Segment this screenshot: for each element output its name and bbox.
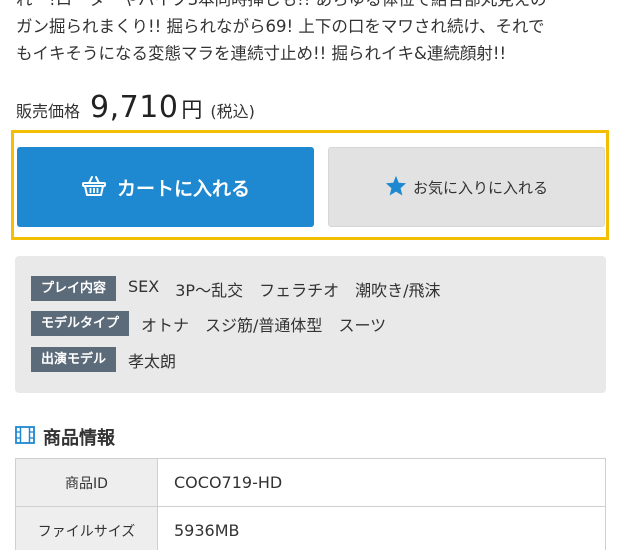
tag-value[interactable]: 潮吹き/飛沫 — [355, 277, 440, 301]
tag-value[interactable]: 孝太朗 — [128, 348, 176, 372]
file-size-key: ファイルサイズ — [15, 506, 158, 550]
price-label: 販売価格 — [16, 102, 81, 121]
add-to-favorites-button[interactable]: お気に入りに入れる — [328, 147, 605, 227]
film-icon — [15, 426, 35, 448]
file-size-value: 5936MB — [157, 506, 606, 550]
add-to-favorites-label: お気に入りに入れる — [412, 179, 548, 197]
tag-value[interactable]: オトナ — [141, 312, 189, 336]
tag-label: プレイ内容 — [31, 276, 117, 301]
product-info-table: 商品ID COCO719-HD ファイルサイズ 5936MB — [15, 458, 606, 550]
tag-value[interactable]: フェラチオ — [259, 277, 339, 301]
basket-icon — [81, 174, 107, 201]
price-tax-note: (税込) — [210, 102, 255, 121]
table-row: 商品ID COCO719-HD — [15, 458, 606, 507]
product-description: れ゛!ローターやバイブ3本同時挿しも!! あらゆる体位で結合部丸見えの ガン掘ら… — [16, 0, 547, 63]
table-row: ファイルサイズ 5936MB — [15, 506, 606, 550]
add-to-cart-button[interactable]: カートに入れる — [17, 147, 314, 227]
tag-value[interactable]: 3P〜乱交 — [175, 277, 243, 301]
tag-value[interactable]: SEX — [128, 277, 159, 301]
tag-row-model-type: モデルタイプ オトナ スジ筋/普通体型 スーツ — [31, 311, 402, 336]
product-tags: プレイ内容 SEX 3P〜乱交 フェラチオ 潮吹き/飛沫 モデルタイプ オトナ … — [15, 256, 606, 393]
price-unit: 円 — [181, 98, 203, 122]
tag-value[interactable]: スーツ — [338, 312, 386, 336]
price-row: 販売価格 9,710 円 (税込) — [16, 90, 255, 125]
product-info-heading: 商品情報 — [15, 424, 115, 450]
star-icon — [385, 175, 407, 199]
add-to-cart-label: カートに入れる — [116, 178, 250, 200]
tag-row-cast: 出演モデル 孝太朗 — [31, 347, 192, 372]
product-id-key: 商品ID — [15, 458, 158, 507]
product-info-title: 商品情報 — [43, 428, 115, 449]
product-id-value: COCO719-HD — [157, 458, 606, 507]
tag-row-play: プレイ内容 SEX 3P〜乱交 フェラチオ 潮吹き/飛沫 — [31, 276, 457, 301]
price-value: 9,710 — [90, 90, 179, 125]
tag-label: 出演モデル — [31, 347, 117, 372]
tag-value[interactable]: スジ筋/普通体型 — [205, 312, 322, 336]
tag-label: モデルタイプ — [31, 311, 130, 336]
